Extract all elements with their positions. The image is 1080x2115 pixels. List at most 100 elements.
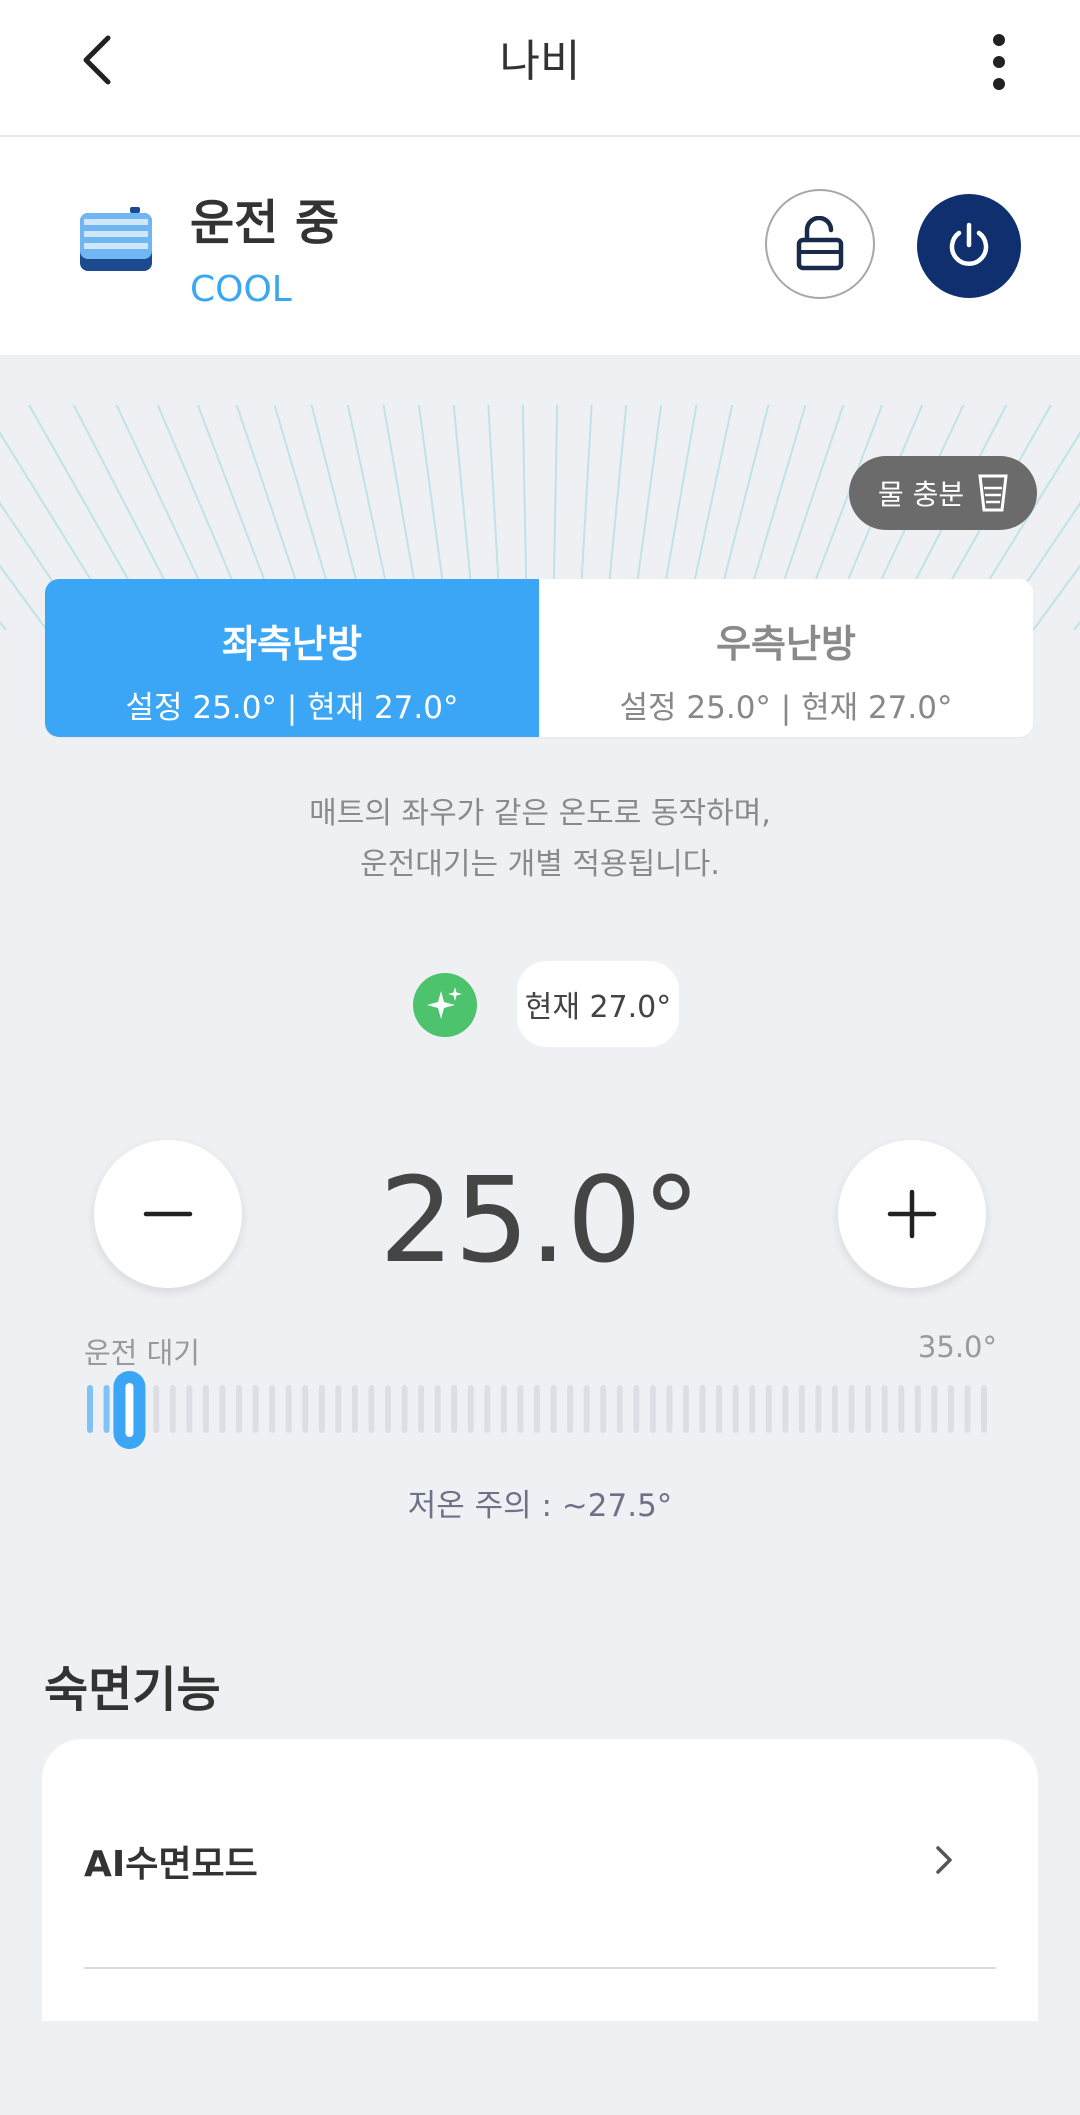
plus-icon bbox=[887, 1189, 937, 1239]
slider-tick bbox=[832, 1385, 838, 1433]
slider-tick bbox=[401, 1385, 408, 1433]
slider-tick bbox=[252, 1385, 259, 1433]
power-button[interactable] bbox=[917, 194, 1021, 298]
slider-tick bbox=[666, 1385, 673, 1433]
slider-tick bbox=[633, 1385, 640, 1433]
power-icon bbox=[949, 222, 989, 266]
slider-tick bbox=[815, 1385, 822, 1433]
app-bar: 나비 bbox=[0, 0, 1080, 137]
operation-state: 운전 중 bbox=[190, 195, 340, 251]
slider-tick bbox=[699, 1385, 706, 1433]
slider-tick bbox=[765, 1385, 772, 1433]
slider-tick bbox=[914, 1385, 921, 1433]
lock-button[interactable] bbox=[765, 189, 875, 299]
slider-tick bbox=[716, 1385, 723, 1433]
slider-max-label: 35.0° bbox=[917, 1330, 997, 1364]
heat-ray bbox=[605, 405, 628, 609]
slider-tick bbox=[368, 1385, 375, 1433]
slider-min-label: 운전 대기 bbox=[84, 1336, 200, 1370]
heat-ray bbox=[0, 526, 46, 630]
unlock-icon bbox=[796, 216, 844, 271]
slider-tick bbox=[302, 1385, 309, 1433]
slider-tick bbox=[186, 1385, 193, 1433]
slider-tick bbox=[418, 1385, 425, 1433]
slider-tick bbox=[782, 1385, 789, 1433]
slider-tick bbox=[534, 1385, 540, 1433]
slider-tick bbox=[335, 1385, 342, 1433]
slider-tick bbox=[517, 1385, 524, 1433]
heat-ray bbox=[552, 405, 559, 606]
slider-tick bbox=[649, 1385, 656, 1433]
sleep-section-title: 숙면기능 bbox=[44, 1662, 221, 1718]
slider-tick bbox=[732, 1385, 739, 1433]
increase-temperature-button[interactable] bbox=[838, 1140, 986, 1288]
heat-ray bbox=[1034, 526, 1080, 630]
slider-tick bbox=[798, 1385, 805, 1433]
tab-left-heating[interactable]: 좌측난방 설정 25.0° | 현재 27.0° bbox=[45, 579, 539, 737]
current-temperature-chip: 현재 27.0° bbox=[517, 961, 679, 1047]
tab-detail: 설정 25.0° | 현재 27.0° bbox=[619, 690, 953, 726]
slider-tick bbox=[550, 1385, 557, 1433]
slider-tick bbox=[87, 1385, 93, 1433]
slider-tick bbox=[600, 1385, 607, 1433]
low-temp-warning: 저온 주의 : ~27.5° bbox=[407, 1488, 673, 1524]
slider-tick bbox=[318, 1385, 325, 1433]
slider-tick bbox=[981, 1385, 987, 1433]
water-level-badge: 물 충분 bbox=[849, 456, 1037, 530]
sync-notice: 매트의 좌우가 같은 온도로 동작하며, 운전대기는 개별 적용됩니다. bbox=[0, 788, 1080, 890]
back-button[interactable] bbox=[70, 30, 130, 90]
slider-tick bbox=[285, 1385, 292, 1433]
heat-ray bbox=[1053, 556, 1080, 630]
heat-ray bbox=[487, 405, 501, 607]
temperature-slider[interactable] bbox=[86, 1371, 988, 1451]
water-level-label: 물 충분 bbox=[877, 478, 965, 511]
more-vertical-icon bbox=[993, 34, 1005, 90]
slider-tick bbox=[202, 1385, 209, 1433]
slider-tick bbox=[351, 1385, 358, 1433]
sleep-function-card: AI수면모드 bbox=[42, 1739, 1038, 2021]
slider-tick bbox=[567, 1385, 574, 1433]
sparkle-icon bbox=[427, 987, 462, 1019]
heat-ray bbox=[0, 556, 27, 630]
slider-tick bbox=[169, 1385, 176, 1433]
heat-ray bbox=[521, 405, 528, 606]
mode-label: COOL bbox=[190, 269, 292, 310]
notice-line-2: 운전대기는 개별 적용됩니다. bbox=[360, 847, 720, 882]
slider-tick bbox=[451, 1385, 458, 1433]
list-item-ai-sleep-mode[interactable]: AI수면모드 bbox=[84, 1739, 996, 1969]
slider-tick bbox=[500, 1385, 507, 1433]
slider-tick bbox=[467, 1385, 474, 1433]
side-selector: 좌측난방 설정 25.0° | 현재 27.0° 우측난방 설정 25.0° |… bbox=[45, 579, 1033, 737]
slider-tick bbox=[616, 1385, 623, 1433]
slider-tick bbox=[848, 1385, 855, 1433]
slider-tick bbox=[219, 1385, 226, 1433]
heat-ray bbox=[452, 405, 475, 609]
slider-tick bbox=[236, 1385, 242, 1433]
tab-title: 우측난방 bbox=[716, 622, 856, 666]
slider-tick bbox=[103, 1385, 110, 1433]
chevron-left-icon bbox=[83, 35, 111, 85]
slider-tick bbox=[964, 1385, 971, 1433]
slider-tick bbox=[865, 1385, 872, 1433]
slider-tick bbox=[898, 1385, 905, 1433]
slider-tick bbox=[947, 1385, 954, 1433]
slider-thumb-grip bbox=[125, 1383, 134, 1437]
tab-detail: 설정 25.0° | 현재 27.0° bbox=[125, 690, 459, 726]
chevron-right-icon bbox=[936, 1846, 952, 1874]
slider-tick bbox=[931, 1385, 938, 1433]
device-status-panel: 운전 중 COOL bbox=[0, 137, 1080, 355]
slider-tick bbox=[385, 1385, 391, 1433]
list-item-label: AI수면모드 bbox=[84, 1844, 258, 1885]
more-menu-button[interactable] bbox=[974, 30, 1024, 94]
tab-right-heating[interactable]: 우측난방 설정 25.0° | 현재 27.0° bbox=[539, 579, 1033, 737]
slider-tick bbox=[881, 1385, 888, 1433]
mattress-icon bbox=[80, 207, 152, 271]
notice-line-1: 매트의 좌우가 같은 온도로 동작하며, bbox=[309, 796, 771, 831]
tab-title: 좌측난방 bbox=[222, 622, 362, 666]
heat-ray bbox=[579, 405, 593, 607]
page-title: 나비 bbox=[499, 36, 581, 87]
ai-button[interactable] bbox=[413, 973, 477, 1037]
slider-tick bbox=[583, 1385, 590, 1433]
slider-tick bbox=[153, 1385, 160, 1433]
slider-tick bbox=[484, 1385, 491, 1433]
